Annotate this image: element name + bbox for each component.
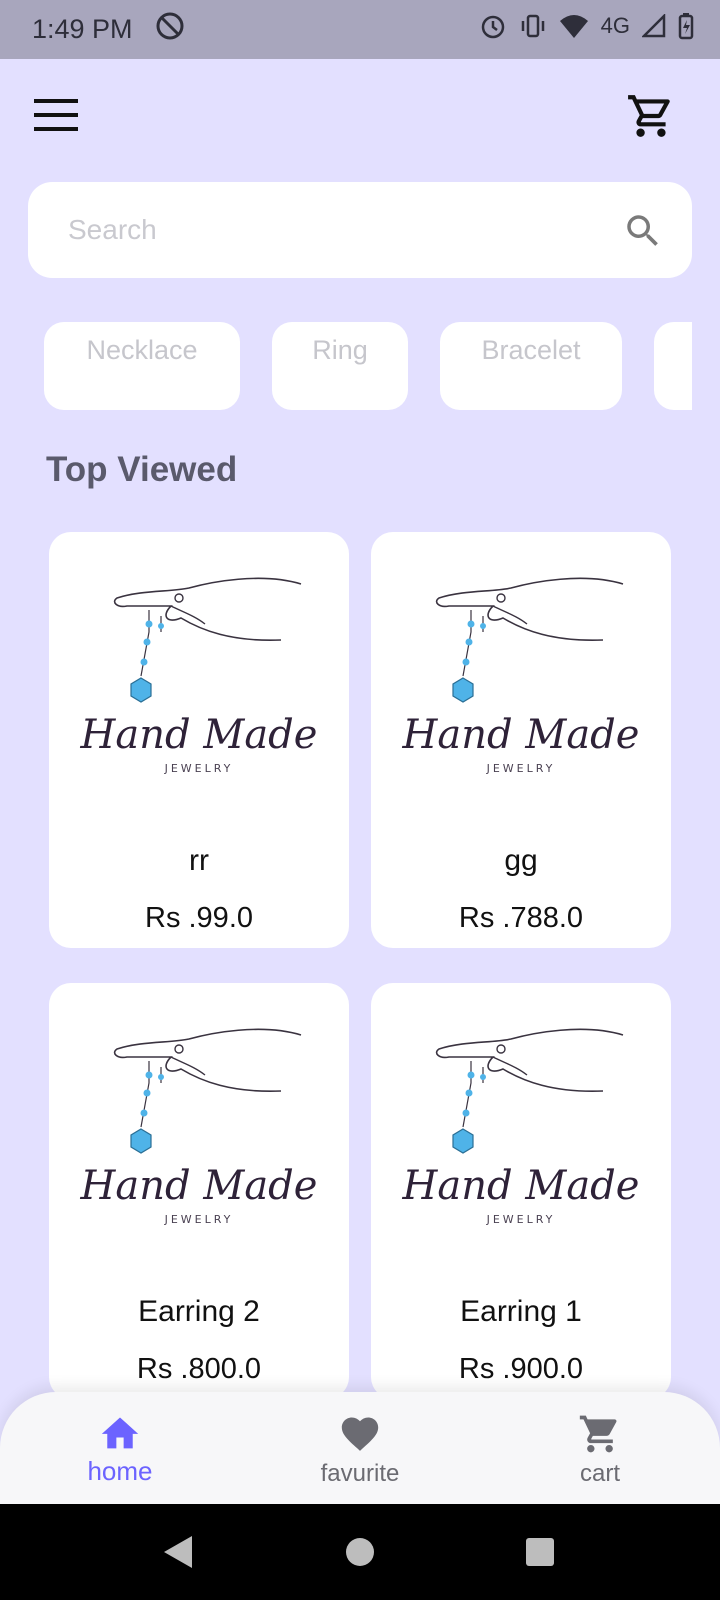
bottom-navigation: home favurite cart xyxy=(0,1392,720,1504)
back-icon[interactable] xyxy=(160,1532,196,1572)
network-type: 4G xyxy=(600,13,630,38)
handmade-jewelry-logo: Hand Made JEWELRY xyxy=(402,577,640,775)
category-chip-label: Necklace xyxy=(86,335,198,365)
handmade-jewelry-logo: Hand Made JEWELRY xyxy=(402,1028,640,1226)
app-bar xyxy=(0,59,720,175)
logo-script-text: Hand Made xyxy=(80,712,318,758)
logo-script-text: Hand Made xyxy=(402,712,640,758)
category-chip-label: Ring xyxy=(312,335,368,365)
category-chip-more[interactable] xyxy=(654,322,692,410)
nav-label: favurite xyxy=(320,1460,400,1487)
logo-subtitle-text: JEWELRY xyxy=(486,762,556,775)
category-chips: Necklace Ring Bracelet xyxy=(44,322,692,410)
product-name: gg xyxy=(504,844,538,877)
product-card[interactable]: Hand Made JEWELRY rr Rs .99.0 xyxy=(49,532,349,948)
nav-item-home[interactable]: home xyxy=(40,1392,200,1504)
category-chip-label: Bracelet xyxy=(481,335,581,365)
recents-icon[interactable] xyxy=(524,1532,556,1572)
product-name: Earring 1 xyxy=(460,1295,582,1328)
search-icon[interactable] xyxy=(622,210,664,252)
product-image: Hand Made JEWELRY xyxy=(71,1023,327,1243)
handmade-jewelry-logo: Hand Made JEWELRY xyxy=(80,1028,318,1226)
product-image: Hand Made JEWELRY xyxy=(393,572,649,792)
nav-label: cart xyxy=(579,1460,620,1487)
product-card[interactable]: Hand Made JEWELRY Earring 1 Rs .900.0 xyxy=(371,983,671,1399)
section-title: Top Viewed xyxy=(46,450,238,489)
product-image: Hand Made JEWELRY xyxy=(71,572,327,792)
product-price: Rs .788.0 xyxy=(458,902,584,934)
product-price: Rs .99.0 xyxy=(145,902,253,934)
logo-subtitle-text: JEWELRY xyxy=(164,762,234,775)
heart-icon xyxy=(341,1417,379,1451)
status-bar: 1:49 PM 4G xyxy=(0,0,720,59)
battery-icon xyxy=(678,12,694,40)
alarm-icon xyxy=(479,12,507,40)
product-price: Rs .800.0 xyxy=(136,1353,262,1385)
search-input[interactable] xyxy=(68,206,608,254)
category-chip-bracelet[interactable]: Bracelet xyxy=(440,322,622,410)
vibrate-icon xyxy=(519,12,547,40)
handmade-jewelry-logo: Hand Made JEWELRY xyxy=(80,577,318,775)
nav-label: home xyxy=(87,1456,153,1486)
wifi-icon xyxy=(559,13,589,39)
nav-item-favourite[interactable]: favurite xyxy=(280,1392,440,1504)
category-chip-necklace[interactable]: Necklace xyxy=(44,322,240,410)
product-image: Hand Made JEWELRY xyxy=(393,1023,649,1243)
home-icon xyxy=(101,1417,139,1449)
system-navigation-bar xyxy=(0,1504,720,1600)
shopping-cart-icon[interactable] xyxy=(626,91,676,141)
hamburger-menu-icon[interactable] xyxy=(32,95,80,135)
product-card[interactable]: Hand Made JEWELRY Earring 2 Rs .800.0 xyxy=(49,983,349,1399)
signal-icon xyxy=(642,14,666,38)
product-card[interactable]: Hand Made JEWELRY gg Rs .788.0 xyxy=(371,532,671,948)
home-circle-icon[interactable] xyxy=(344,1532,376,1572)
logo-script-text: Hand Made xyxy=(402,1163,640,1209)
product-name: rr xyxy=(189,844,209,877)
product-price: Rs .900.0 xyxy=(458,1353,584,1385)
search-bar xyxy=(28,182,692,278)
logo-subtitle-text: JEWELRY xyxy=(164,1213,234,1226)
nav-item-cart[interactable]: cart xyxy=(520,1392,680,1504)
status-time: 1:49 PM xyxy=(32,14,133,44)
category-chip-ring[interactable]: Ring xyxy=(272,322,408,410)
product-name: Earring 2 xyxy=(138,1295,260,1328)
status-icons: 4G xyxy=(479,12,694,40)
logo-script-text: Hand Made xyxy=(80,1163,318,1209)
cart-icon xyxy=(579,1415,617,1453)
do-not-disturb-icon xyxy=(155,11,185,48)
logo-subtitle-text: JEWELRY xyxy=(486,1213,556,1226)
